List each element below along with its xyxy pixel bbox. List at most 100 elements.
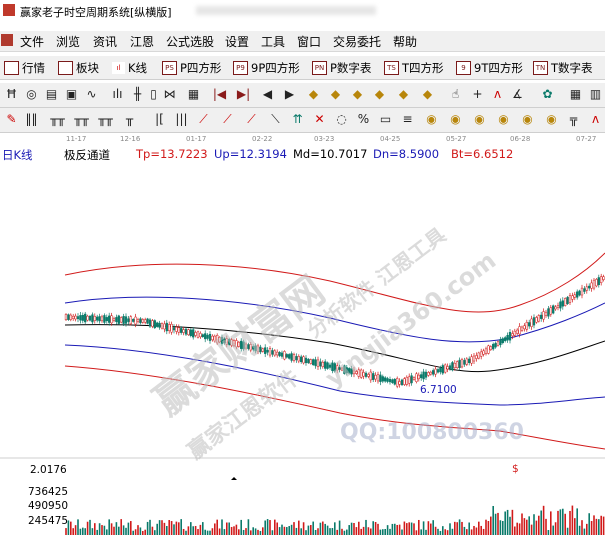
bars-icon[interactable]: ılı — [110, 87, 125, 102]
diamond-5-icon[interactable]: ◆ — [396, 87, 411, 102]
forward-icon[interactable]: ▶ — [282, 87, 297, 102]
coin-1-icon[interactable]: ◉ — [424, 112, 439, 127]
period-label[interactable]: 日K线 — [2, 147, 33, 163]
volume-bar — [554, 522, 557, 535]
chart-toolbar: Ħ ◎ ▤ ▣ ∿ ılı ╫ ▯ ⋈ ▦ |◀ ▶| ◀ ▶ ◆ ◆ ◆ ◆ … — [0, 83, 605, 108]
circle-icon[interactable]: ◌ — [334, 112, 349, 127]
volume-bar — [228, 522, 230, 535]
cursor-icon[interactable]: ▯ — [146, 87, 161, 102]
cross-icon[interactable]: + — [470, 87, 485, 102]
t-number-table-button[interactable]: TN T数字表 — [533, 59, 593, 77]
volume-bar — [415, 530, 418, 535]
diamond-6-icon[interactable]: ◆ — [420, 87, 435, 102]
menu-gann[interactable]: 江恩 — [130, 33, 154, 50]
page-icon[interactable]: ▤ — [44, 87, 59, 102]
target-icon[interactable]: ◎ — [24, 87, 39, 102]
diamond-1-icon[interactable]: ◆ — [306, 87, 321, 102]
volume-bar — [154, 530, 156, 535]
menu-window[interactable]: 窗口 — [297, 33, 321, 50]
menu-tools[interactable]: 工具 — [261, 33, 285, 50]
candle-icon[interactable]: ╫ — [130, 87, 145, 102]
volume-bar — [331, 528, 334, 535]
last-icon[interactable]: ▶| — [236, 87, 251, 102]
t-square-button[interactable]: TS T四方形 — [384, 59, 444, 77]
candle-body — [535, 317, 538, 323]
coin-4-icon[interactable]: ◉ — [496, 112, 511, 127]
coin-2-icon[interactable]: ◉ — [448, 112, 463, 127]
fan-icon[interactable]: ⟍ — [268, 112, 283, 127]
candle-body — [540, 314, 543, 319]
volume-bar — [578, 525, 581, 535]
fork-1-icon[interactable]: ╥╥ — [50, 112, 65, 127]
fork-3-icon[interactable]: ╥╥ — [98, 112, 113, 127]
menu-formula-pick[interactable]: 公式选股 — [166, 33, 214, 50]
diamond-4-icon[interactable]: ◆ — [372, 87, 387, 102]
back-icon[interactable]: ◀ — [260, 87, 275, 102]
vlines-icon[interactable]: ‖‖ — [24, 112, 39, 127]
calendar-icon[interactable]: ▦ — [568, 87, 583, 102]
candle-body — [559, 301, 562, 309]
volume-bar — [281, 524, 283, 535]
fork-4-icon[interactable]: ╥ — [122, 112, 137, 127]
hand-icon[interactable]: ☝ — [448, 87, 463, 102]
signal-icon[interactable]: ᴧ — [588, 112, 603, 127]
diag-1-icon[interactable]: ⟋ — [196, 112, 211, 127]
palette-icon[interactable]: ✿ — [540, 87, 555, 102]
volume-bar — [389, 528, 391, 535]
diamond-3-icon[interactable]: ◆ — [350, 87, 365, 102]
menu-browse[interactable]: 浏览 — [56, 33, 80, 50]
wave-icon[interactable]: ∿ — [84, 87, 99, 102]
menu-help[interactable]: 帮助 — [393, 33, 417, 50]
p-number-table-button[interactable]: PN P数字表 — [312, 59, 371, 77]
steps-icon[interactable]: ╦ — [566, 112, 581, 127]
diag-3-icon[interactable]: ⟋ — [244, 112, 259, 127]
candle-body — [427, 372, 430, 376]
p-square-button[interactable]: PS P四方形 — [162, 59, 221, 77]
zigzag-icon[interactable]: ⋈ — [162, 87, 177, 102]
percent-icon[interactable]: % — [356, 112, 371, 127]
9p-square-button[interactable]: P9 9P四方形 — [233, 59, 300, 77]
box-icon[interactable]: ▭ — [378, 112, 393, 127]
sector-button[interactable]: 板块 — [58, 59, 99, 77]
diamond-2-icon[interactable]: ◆ — [328, 87, 343, 102]
volume-bar — [91, 528, 94, 535]
diag-2-icon[interactable]: ⟋ — [220, 112, 235, 127]
volume-bar — [398, 524, 401, 535]
menu-file[interactable]: 文件 — [20, 33, 44, 50]
lines-icon[interactable]: ≡ — [400, 112, 415, 127]
first-icon[interactable]: |◀ — [212, 87, 227, 102]
coin-5-icon[interactable]: ◉ — [520, 112, 535, 127]
gann-fan-icon[interactable]: ✕ — [312, 112, 327, 127]
volume-bar — [602, 516, 605, 535]
kline-button[interactable]: ıl K线 — [112, 59, 147, 77]
chart-icon[interactable]: ▦ — [186, 87, 201, 102]
volume-bar — [283, 526, 286, 535]
pencil-icon[interactable]: ✎ — [4, 112, 19, 127]
9t-square-button[interactable]: 9 9T四方形 — [456, 59, 523, 77]
pn-icon: PN — [312, 61, 327, 75]
coin-3-icon[interactable]: ◉ — [472, 112, 487, 127]
menu-trade[interactable]: 交易委托 — [333, 33, 381, 50]
volume-bar — [326, 525, 329, 535]
doc-icon[interactable]: ▣ — [64, 87, 79, 102]
bracket-icon[interactable]: |[ — [152, 112, 167, 127]
arrows-icon[interactable]: ⇈ — [290, 112, 305, 127]
quotes-button[interactable]: 行情 — [4, 59, 45, 77]
volume-bar — [278, 527, 281, 535]
calc-icon[interactable]: ▥ — [588, 87, 603, 102]
menu-info[interactable]: 资讯 — [93, 33, 117, 50]
fork-2-icon[interactable]: ╥╥ — [74, 112, 89, 127]
ruler-icon[interactable]: ∡ — [510, 87, 525, 102]
menu-settings[interactable]: 设置 — [225, 33, 249, 50]
divider-icon[interactable]: ||| — [174, 112, 189, 127]
kline-chart-panel[interactable] — [0, 133, 605, 537]
trend-icon[interactable]: ᴧ — [490, 87, 505, 102]
volume-bar — [211, 528, 214, 535]
menu-app-icon[interactable] — [1, 34, 13, 46]
kline-type-icon[interactable]: Ħ — [4, 87, 19, 102]
candle-body — [420, 374, 423, 379]
candle-body — [127, 318, 130, 322]
coin-6-icon[interactable]: ◉ — [544, 112, 559, 127]
candle-body — [136, 319, 140, 323]
volume-bar — [542, 505, 545, 535]
